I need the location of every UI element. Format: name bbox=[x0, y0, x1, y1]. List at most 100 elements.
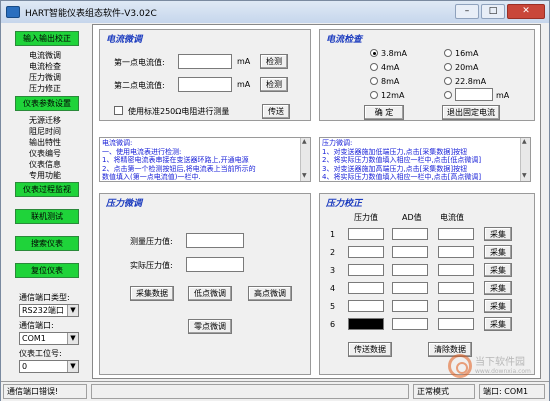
pressure-cell[interactable] bbox=[348, 246, 384, 258]
nav-pressure-correct[interactable]: 压力修正 bbox=[29, 83, 61, 94]
nav-current-check[interactable]: 电流检查 bbox=[29, 61, 61, 72]
radio-3-8ma-label: 3.8mA bbox=[381, 49, 407, 58]
address-select[interactable]: 0 ▼ bbox=[19, 360, 79, 373]
collect-row-button[interactable]: 采集 bbox=[484, 317, 512, 331]
process-monitor-button[interactable]: 仪表过程监视 bbox=[15, 182, 79, 197]
port-type-select[interactable]: RS232端口 ▼ bbox=[19, 304, 79, 317]
custom-ma-unit: mA bbox=[496, 91, 510, 100]
ad-cell[interactable] bbox=[392, 246, 428, 258]
main-window: HART智能仪表组态软件-V3.02C – □ ✕ 输入输出校正 电流微调 电流… bbox=[0, 0, 550, 401]
params-setting-button[interactable]: 仪表参数设置 bbox=[15, 96, 79, 111]
first-current-input[interactable] bbox=[178, 54, 232, 69]
high-trim-button[interactable]: 高点微调 bbox=[248, 286, 292, 301]
nav-zero-shift[interactable]: 无源迁移 bbox=[29, 115, 61, 126]
confirm-button[interactable]: 确 定 bbox=[364, 105, 404, 120]
ad-cell[interactable] bbox=[392, 264, 428, 276]
ad-cell[interactable] bbox=[392, 318, 428, 330]
exit-fixed-current-button[interactable]: 退出固定电流 bbox=[442, 105, 500, 120]
std-resistor-checkbox[interactable] bbox=[114, 106, 123, 115]
row-number: 2 bbox=[330, 248, 336, 257]
second-current-input[interactable] bbox=[178, 77, 232, 92]
pressure-cell[interactable] bbox=[348, 300, 384, 312]
main-area: 电流微调 第一点电流值: mA 检测 第二点电流值: mA 检测 使用标准250… bbox=[92, 24, 541, 379]
detect-first-button[interactable]: 检测 bbox=[260, 54, 288, 69]
collect-data-button[interactable]: 采集数据 bbox=[130, 286, 174, 301]
window-title: HART智能仪表组态软件-V3.02C bbox=[25, 8, 157, 19]
input-output-trim-button[interactable]: 输入输出校正 bbox=[15, 31, 79, 46]
radio-4ma[interactable] bbox=[370, 63, 378, 71]
port-select[interactable]: COM1 ▼ bbox=[19, 332, 79, 345]
radio-3-8ma[interactable] bbox=[370, 49, 378, 57]
low-trim-button[interactable]: 低点微调 bbox=[188, 286, 232, 301]
radio-22-8ma[interactable] bbox=[444, 77, 452, 85]
actual-pressure-input[interactable] bbox=[186, 257, 244, 272]
collect-row-button[interactable]: 采集 bbox=[484, 263, 512, 277]
pressure-cell[interactable] bbox=[348, 264, 384, 276]
nav-special-func[interactable]: 专用功能 bbox=[29, 170, 61, 181]
radio-16ma[interactable] bbox=[444, 49, 452, 57]
send-current-button[interactable]: 传送 bbox=[262, 104, 290, 119]
radio-custom-ma[interactable] bbox=[444, 91, 452, 99]
help-line: 4、将实际压力数值填入相应一栏中,点击[高点微调] bbox=[322, 173, 482, 182]
radio-8ma[interactable] bbox=[370, 77, 378, 85]
measured-pressure-label: 测量压力值: bbox=[130, 237, 173, 246]
current-trim-panel: 电流微调 第一点电流值: mA 检测 第二点电流值: mA 检测 使用标准250… bbox=[99, 29, 311, 121]
address-value: 0 bbox=[22, 362, 28, 371]
port-type-label: 通信端口类型: bbox=[19, 293, 70, 302]
left-nav: 输入输出校正 电流微调 电流检查 压力微调 压力修正 仪表参数设置 无源迁移 阻… bbox=[7, 26, 83, 380]
current-cell[interactable] bbox=[438, 318, 474, 330]
collect-row-button[interactable]: 采集 bbox=[484, 245, 512, 259]
nav-damping[interactable]: 阻尼时间 bbox=[29, 126, 61, 137]
nav-output-char[interactable]: 输出特性 bbox=[29, 137, 61, 148]
close-button[interactable]: ✕ bbox=[507, 4, 545, 19]
ad-cell[interactable] bbox=[392, 282, 428, 294]
nav-instrument-id[interactable]: 仪表编号 bbox=[29, 148, 61, 159]
search-instrument-button[interactable]: 搜索仪表 bbox=[15, 236, 79, 251]
port-label: 通信端口: bbox=[19, 321, 54, 330]
pressure-cell[interactable] bbox=[348, 318, 384, 330]
pressure-correct-title: 压力校正 bbox=[326, 199, 363, 209]
detect-second-button[interactable]: 检测 bbox=[260, 77, 288, 92]
zero-trim-button[interactable]: 零点微调 bbox=[188, 319, 232, 334]
address-label: 仪表工位号: bbox=[19, 349, 62, 358]
maximize-button[interactable]: □ bbox=[481, 4, 505, 19]
nav-current-trim[interactable]: 电流微调 bbox=[29, 50, 61, 61]
help-scrollbar[interactable] bbox=[300, 138, 310, 181]
row-number: 6 bbox=[330, 320, 336, 329]
radio-20ma[interactable] bbox=[444, 63, 452, 71]
measured-pressure-input[interactable] bbox=[186, 233, 244, 248]
help-scrollbar[interactable] bbox=[520, 138, 530, 181]
status-port: 端口: COM1 bbox=[479, 384, 545, 399]
pressure-cell[interactable] bbox=[348, 282, 384, 294]
ad-cell[interactable] bbox=[392, 228, 428, 240]
online-test-button[interactable]: 联机测试 bbox=[15, 209, 79, 224]
current-cell[interactable] bbox=[438, 300, 474, 312]
ad-cell[interactable] bbox=[392, 300, 428, 312]
radio-20ma-label: 20mA bbox=[455, 63, 479, 72]
radio-12ma[interactable] bbox=[370, 91, 378, 99]
chevron-down-icon: ▼ bbox=[67, 333, 78, 344]
current-cell[interactable] bbox=[438, 264, 474, 276]
collect-row-button[interactable]: 采集 bbox=[484, 299, 512, 313]
send-data-button[interactable]: 传送数据 bbox=[348, 342, 392, 357]
reset-instrument-button[interactable]: 复位仪表 bbox=[15, 263, 79, 278]
current-trim-title: 电流微调 bbox=[106, 35, 143, 45]
custom-ma-input[interactable] bbox=[455, 88, 493, 101]
help-line: 2、将实际压力数值填入相应一栏中,点击[低点微调] bbox=[322, 156, 482, 165]
collect-row-button[interactable]: 采集 bbox=[484, 227, 512, 241]
port-value: COM1 bbox=[22, 334, 46, 343]
chevron-down-icon: ▼ bbox=[67, 361, 78, 372]
nav-pressure-trim[interactable]: 压力微调 bbox=[29, 72, 61, 83]
help-line: 数值填入(第一点电流值)一栏中. bbox=[102, 173, 201, 182]
current-cell[interactable] bbox=[438, 282, 474, 294]
current-cell[interactable] bbox=[438, 246, 474, 258]
current-cell[interactable] bbox=[438, 228, 474, 240]
first-current-label: 第一点电流值: bbox=[114, 58, 165, 67]
first-current-unit: mA bbox=[237, 57, 251, 66]
watermark: 当下软件园 www.downxia.com bbox=[448, 351, 546, 381]
pressure-cell[interactable] bbox=[348, 228, 384, 240]
minimize-button[interactable]: – bbox=[455, 4, 479, 19]
nav-instrument-info[interactable]: 仪表信息 bbox=[29, 159, 61, 170]
std-resistor-label: 使用标准250Ω电阻进行测量 bbox=[128, 107, 230, 116]
collect-row-button[interactable]: 采集 bbox=[484, 281, 512, 295]
